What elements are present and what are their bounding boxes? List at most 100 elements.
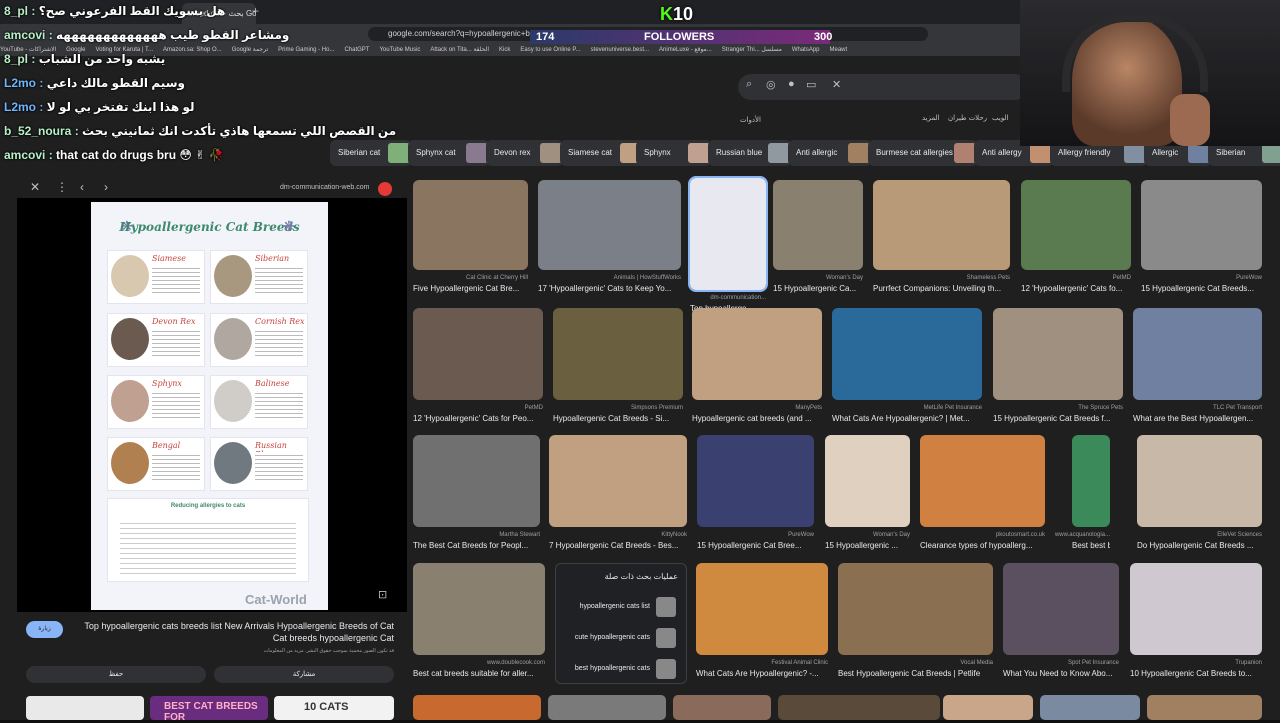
result-source[interactable]: TLC Pet Transport xyxy=(1213,405,1262,411)
result-image[interactable] xyxy=(696,563,828,655)
image-result[interactable]: Simpsons Premium Hypoallergenic Cat Breed… xyxy=(553,308,683,430)
image-result[interactable]: The Spruce Pets 15 Hypoallergenic Cat Bre… xyxy=(993,308,1123,430)
result-caption[interactable]: What You Need to Know Abo... xyxy=(1003,669,1119,678)
result-image[interactable] xyxy=(1072,435,1110,527)
result-caption[interactable]: 10 Hypoallergenic Cat Breeds to... xyxy=(1130,669,1262,678)
bookmark-item[interactable]: Attack on Tita... الحلقة xyxy=(430,47,489,53)
result-caption[interactable]: 17 'Hypoallergenic' Cats to Keep Yo... xyxy=(538,284,681,293)
result-caption[interactable]: What Cats Are Hypoallergenic? | Met... xyxy=(832,414,982,423)
tab-web[interactable]: الويب xyxy=(992,114,1009,122)
result-thumb[interactable] xyxy=(26,696,144,720)
result-image[interactable] xyxy=(413,308,543,400)
result-caption[interactable]: 15 Hypoallergenic ... xyxy=(825,541,910,550)
related-item[interactable]: cute hypoallergenic cats xyxy=(564,627,678,649)
result-source[interactable]: Animals | HowStuffWorks xyxy=(614,275,681,281)
result-caption[interactable]: 15 Hypoallergenic Cat Breeds f... xyxy=(993,414,1123,423)
image-result[interactable]: Vocal Media Best Hypoallergenic Cat Breed… xyxy=(838,563,993,685)
result-image[interactable] xyxy=(553,308,683,400)
result-source[interactable]: The Spruce Pets xyxy=(1078,405,1123,411)
image-result[interactable]: ElleVet Sciences Do Hypoallergenic Cat Br… xyxy=(1137,435,1262,557)
result-caption[interactable]: 15 Hypoallergenic Cat Bree... xyxy=(697,541,814,550)
result-caption[interactable]: Five Hypoallergenic Cat Bre... xyxy=(413,284,528,293)
image-result[interactable]: PureWow 15 Hypoallergenic Cat Bree... xyxy=(697,435,814,557)
bookmark-item[interactable]: WhatsApp xyxy=(792,47,820,53)
result-source[interactable]: pkoutosmart.co.uk xyxy=(996,532,1045,538)
result-caption[interactable]: Best Hypoallergenic Cat Breeds | Petlife xyxy=(838,669,993,678)
result-thumb[interactable] xyxy=(548,695,666,720)
bookmark-item[interactable]: stevenuniverse.best... xyxy=(591,47,649,53)
image-result[interactable]: www.doublecook.com Best cat breeds suitab… xyxy=(413,563,545,685)
result-thumb[interactable]: BEST CAT BREEDS FOR xyxy=(150,696,268,723)
result-image[interactable] xyxy=(993,308,1123,400)
result-source[interactable]: Spot Pet Insurance xyxy=(1068,660,1119,666)
result-caption[interactable]: 12 'Hypoallergenic' Cats fo... xyxy=(1021,284,1131,293)
image-result[interactable]: MetLife Pet Insurance What Cats Are Hypoa… xyxy=(832,308,982,430)
result-image[interactable] xyxy=(1137,435,1262,527)
result-caption[interactable]: Purrfect Companions: Unveiling th... xyxy=(873,284,1010,293)
image-result[interactable]: Animals | HowStuffWorks 17 'Hypoallergeni… xyxy=(538,180,681,300)
result-image[interactable] xyxy=(832,308,982,400)
result-thumb[interactable] xyxy=(943,695,1033,720)
suggestion-chip[interactable]: Burmese cat allergies xyxy=(868,140,978,166)
result-source[interactable]: Woman's Day xyxy=(826,275,863,281)
image-result[interactable]: pkoutosmart.co.uk Clearance types of hypo… xyxy=(920,435,1045,557)
visit-button[interactable]: زيارة xyxy=(26,621,63,638)
result-source[interactable]: www.acquanologia... xyxy=(1055,532,1110,538)
bookmark-item[interactable]: Easy to use Online P... xyxy=(520,47,580,53)
lens-search-icon[interactable]: ⊡ xyxy=(378,588,387,601)
image-result[interactable]: PureWow 15 Hypoallergenic Cat Breeds... xyxy=(1141,180,1262,300)
result-source[interactable]: Cat Clinic at Cherry Hill xyxy=(466,275,528,281)
result-caption[interactable]: The Best Cat Breeds for Peopl... xyxy=(413,541,540,550)
image-result[interactable]: KittyNook 7 Hypoallergenic Cat Breeds - B… xyxy=(549,435,687,557)
suggestion-chip[interactable]: Devon rex xyxy=(486,140,564,166)
result-image[interactable] xyxy=(1003,563,1119,655)
result-image[interactable] xyxy=(413,180,528,270)
result-image[interactable] xyxy=(688,176,768,292)
result-image[interactable] xyxy=(538,180,681,270)
image-result[interactable]: Woman's Day 15 Hypoallergenic Ca... xyxy=(773,180,863,300)
image-result[interactable]: Woman's Day 15 Hypoallergenic ... xyxy=(825,435,910,557)
result-source[interactable]: Simpsons Premium xyxy=(631,405,683,411)
result-image[interactable] xyxy=(873,180,1010,270)
search-box[interactable]: ⌕ ◎ ● ▭ ✕ xyxy=(738,74,1028,100)
result-source[interactable]: Shameless Pets xyxy=(967,275,1010,281)
result-image[interactable] xyxy=(413,563,545,655)
suggestion-chip[interactable]: Sphynx xyxy=(636,140,712,166)
result-caption[interactable]: 12 'Hypoallergenic' Cats for Peo... xyxy=(413,414,543,423)
image-result[interactable]: PetMD 12 'Hypoallergenic' Cats for Peo... xyxy=(413,308,543,430)
result-caption[interactable]: Best best breed ... xyxy=(1072,541,1110,550)
result-image[interactable] xyxy=(692,308,822,400)
result-image[interactable] xyxy=(920,435,1045,527)
tools-button[interactable]: الأدوات xyxy=(740,116,761,124)
preview-title[interactable]: Top hypoallergenic cats breeds list New … xyxy=(72,620,394,644)
lens-icon[interactable]: ◎ xyxy=(766,78,776,91)
tab-flights[interactable]: رحلات طيران xyxy=(948,114,987,122)
keyboard-icon[interactable]: ▭ xyxy=(806,78,816,91)
related-item[interactable]: best hypoallergenic cats xyxy=(564,658,678,680)
close-icon[interactable]: ✕ xyxy=(30,180,40,194)
previous-icon[interactable]: ‹ xyxy=(80,180,84,194)
image-result[interactable]: dm-communication...Top hypoallerge... xyxy=(688,176,768,320)
result-image[interactable] xyxy=(413,435,540,527)
image-result[interactable]: Shameless Pets Purrfect Companions: Unvei… xyxy=(873,180,1010,300)
result-caption[interactable]: What are the Best Hypoallergen... xyxy=(1133,414,1262,423)
mic-icon[interactable]: ● xyxy=(788,78,795,90)
result-caption[interactable]: Best cat breeds suitable for aller... xyxy=(413,669,545,678)
related-item[interactable]: hypoallergenic cats list xyxy=(564,596,678,618)
result-caption[interactable]: Clearance types of hypoallerg... xyxy=(920,541,1045,550)
suggestion-chip[interactable]: Siamese cat xyxy=(560,140,644,166)
bookmark-item[interactable]: ChatGPT xyxy=(344,47,369,53)
result-source[interactable]: ManyPets xyxy=(795,405,822,411)
result-thumb[interactable] xyxy=(413,695,541,720)
result-caption[interactable]: 15 Hypoallergenic Ca... xyxy=(773,284,863,293)
suggestion-chip[interactable]: Russian blue xyxy=(708,140,792,166)
result-image[interactable] xyxy=(697,435,814,527)
result-thumb[interactable]: 10 CATS xyxy=(274,696,394,720)
result-source[interactable]: Martha Stewart xyxy=(499,532,540,538)
result-source[interactable]: PureWow xyxy=(788,532,814,538)
clear-icon[interactable]: ✕ xyxy=(832,78,841,91)
bookmark-item[interactable]: AnimeLuxe - موقع... xyxy=(659,47,712,53)
result-source[interactable]: PureWow xyxy=(1236,275,1262,281)
bookmark-item[interactable]: Meawt xyxy=(830,47,848,53)
image-result[interactable]: Cat Clinic at Cherry Hill Five Hypoallerg… xyxy=(413,180,528,300)
